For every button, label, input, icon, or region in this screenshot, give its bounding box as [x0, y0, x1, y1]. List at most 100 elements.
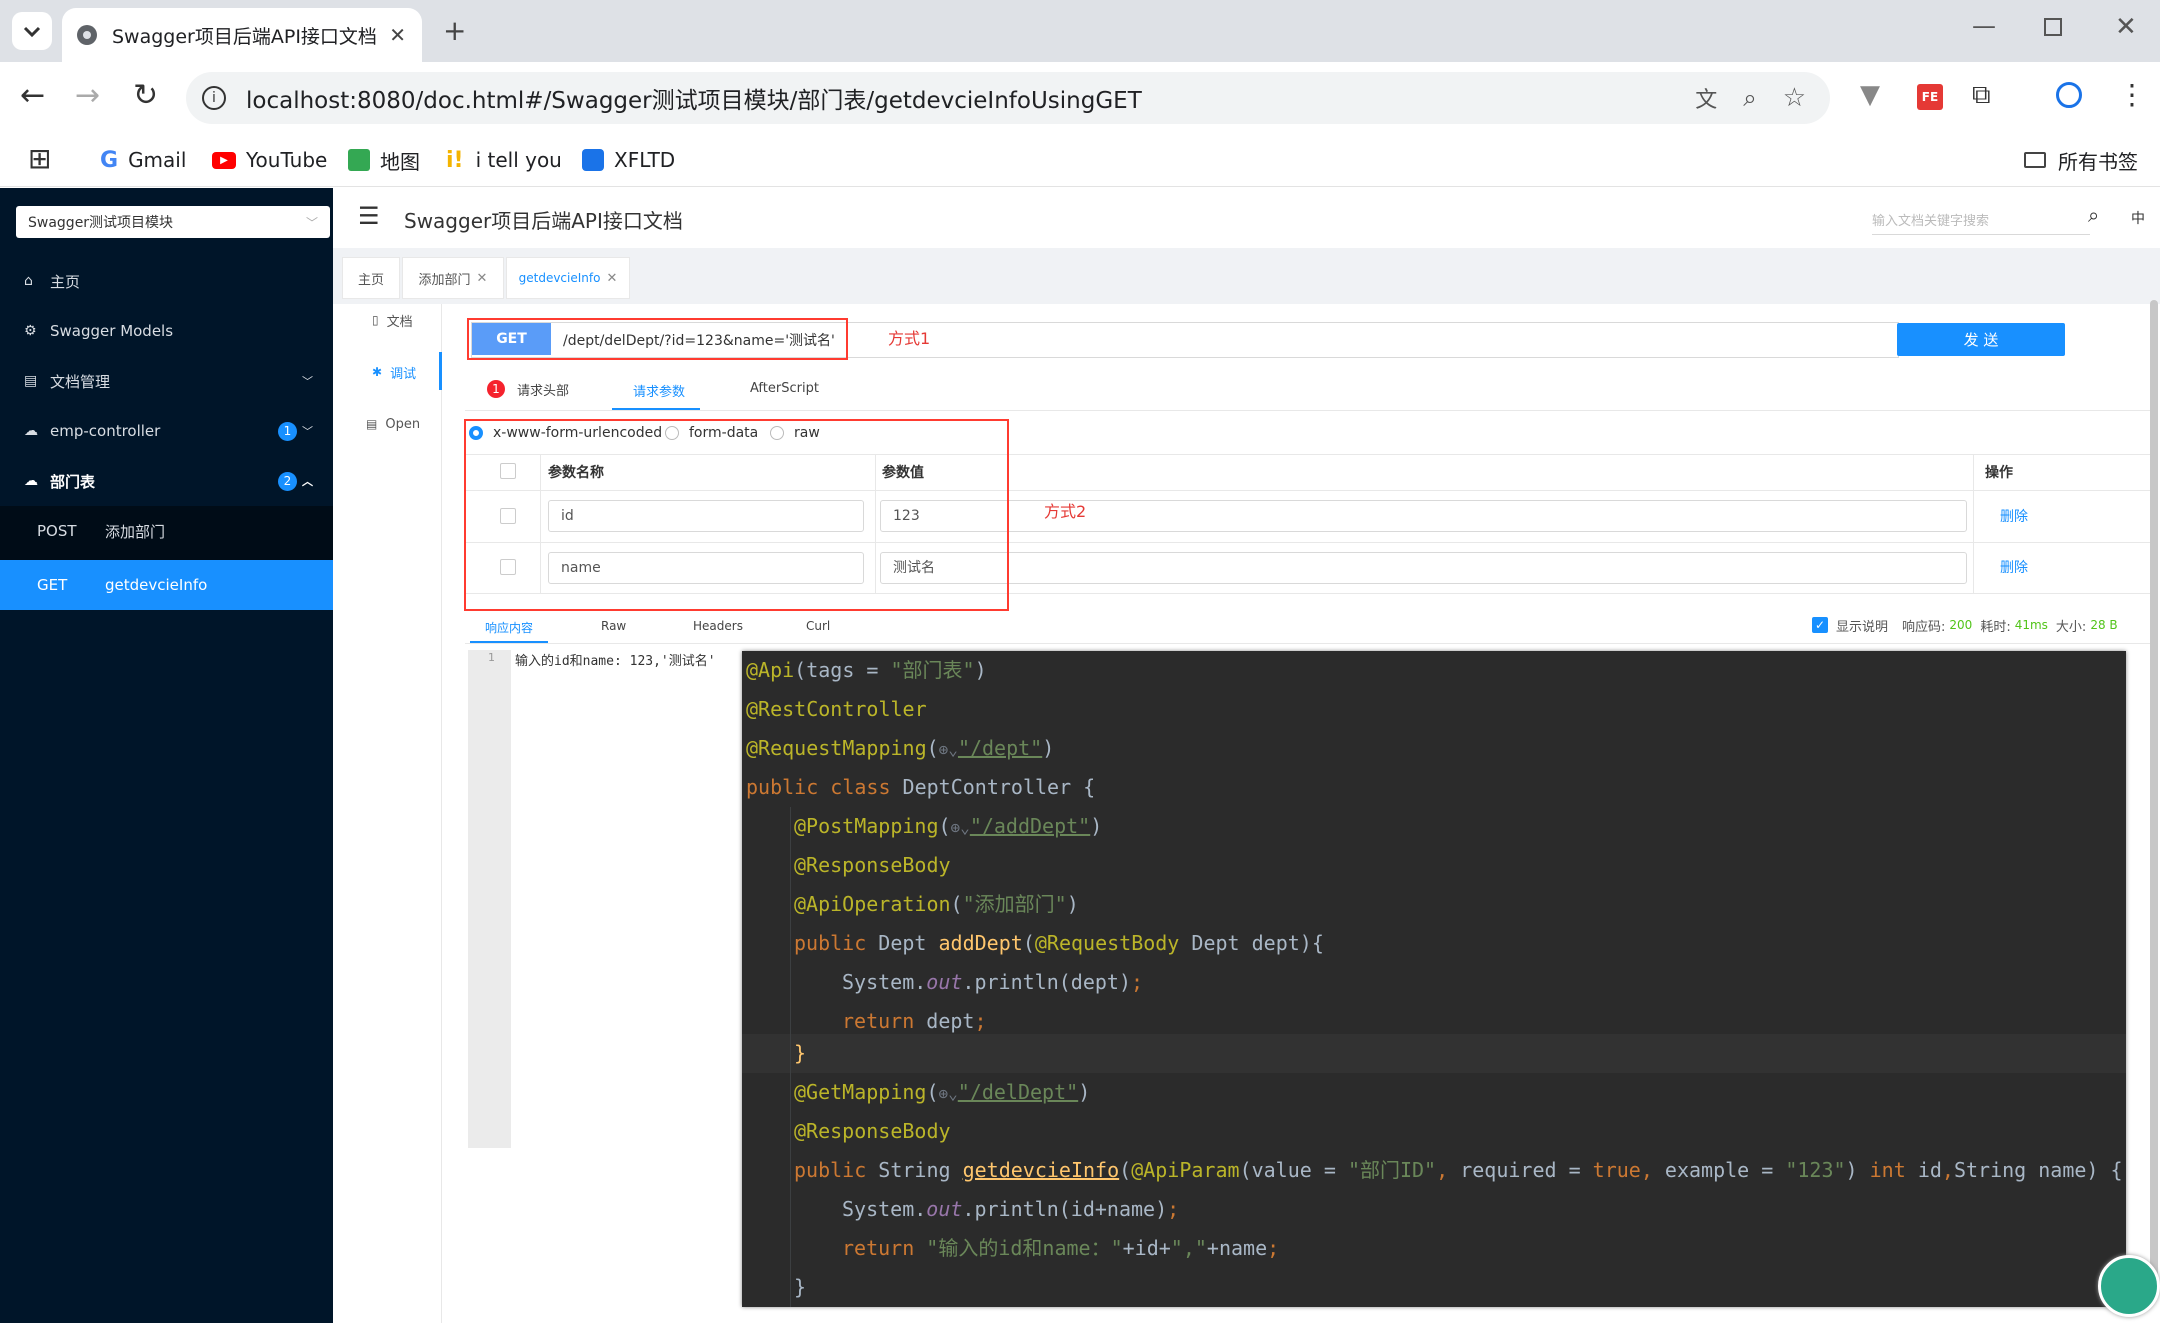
search-icon[interactable]: ⌕: [2088, 203, 2099, 227]
nav-debug[interactable]: ✱ 调试: [372, 362, 416, 382]
forward-icon[interactable]: →: [75, 78, 100, 113]
code-line: @ResponseBody: [794, 1119, 951, 1143]
close-icon[interactable]: ✕: [389, 23, 406, 47]
subtab-headers[interactable]: 1 请求头部: [487, 378, 569, 400]
tab-search-button[interactable]: [12, 12, 52, 50]
code-screenshot: @Api(tags = "部门表") @RestController @Requ…: [742, 651, 2126, 1307]
module-select[interactable]: Swagger测试项目模块 ﹀: [16, 206, 330, 238]
line-number: 1: [488, 651, 495, 664]
new-tab-icon[interactable]: +: [443, 14, 466, 47]
sidebar-item-home[interactable]: ⌂ 主页: [0, 256, 333, 306]
code-line: @RestController: [746, 697, 927, 721]
code-line: @ApiOperation("添加部门"): [794, 892, 1079, 916]
subtab-afterscript[interactable]: AfterScript: [750, 381, 819, 396]
response-gutter: [468, 650, 511, 1148]
bug-icon: ✱: [372, 365, 383, 379]
subtab-params[interactable]: 请求参数: [633, 381, 685, 400]
code-line: }: [794, 1275, 807, 1299]
page-scrollbar[interactable]: [2150, 300, 2158, 1300]
tab-getdevcieinfo[interactable]: getdevcieInfo ✕: [506, 257, 630, 299]
close-icon[interactable]: ✕: [606, 271, 617, 286]
restore-icon[interactable]: [2044, 18, 2062, 36]
doc-search-input[interactable]: 输入文档关键字搜索: [1872, 204, 2090, 235]
response-meta: ✓ 显示说明 响应码: 200 耗时: 41ms 大小: 28 B: [1812, 614, 2118, 636]
bookmark-itellyou[interactable]: i! i tell you: [446, 143, 562, 177]
extension-v-icon[interactable]: ▼: [1860, 80, 1880, 110]
close-icon[interactable]: ✕: [477, 271, 488, 286]
star-icon[interactable]: ☆: [1783, 83, 1806, 113]
menu-fold-icon[interactable]: ☰: [358, 202, 380, 230]
delete-link[interactable]: 删除: [2000, 506, 2028, 526]
chevron-down-icon: ﹀: [305, 215, 318, 230]
resp-tab-content[interactable]: 响应内容: [485, 619, 533, 636]
more-icon[interactable]: ⋮: [2118, 78, 2146, 111]
zoom-icon[interactable]: ⌕: [1743, 84, 1756, 112]
code-line: @GetMapping(⊕⌄"/delDept"): [794, 1080, 1091, 1104]
chevron-down-icon: [23, 26, 41, 38]
close-window-icon[interactable]: ✕: [2115, 12, 2137, 42]
resp-tab-raw[interactable]: Raw: [601, 619, 626, 633]
floating-assistant-icon[interactable]: [2098, 1255, 2160, 1317]
response-body[interactable]: 输入的id和name: 123,'测试名': [515, 650, 716, 669]
code-line: public String getdevcieInfo(@ApiParam(va…: [794, 1158, 2123, 1182]
cloud-icon: ☁: [24, 423, 38, 439]
code-line: @Api(tags = "部门表"): [746, 658, 987, 682]
show-desc-checkbox[interactable]: ✓: [1812, 617, 1828, 633]
back-icon[interactable]: ←: [20, 78, 45, 113]
bookmark-youtube[interactable]: ▶ YouTube: [212, 143, 327, 177]
minimize-icon[interactable]: —: [1972, 12, 1996, 40]
delete-link[interactable]: 删除: [2000, 557, 2028, 577]
youtube-icon: ▶: [212, 151, 236, 169]
chevron-down-icon: ﹀: [302, 375, 313, 388]
code-line: public Dept addDept(@RequestBody Dept de…: [794, 931, 1324, 955]
resp-tab-curl[interactable]: Curl: [806, 619, 830, 633]
nav-open[interactable]: ▤ Open: [366, 414, 420, 434]
bookmark-xfltd[interactable]: XFLTD: [582, 143, 675, 177]
bookmark-gmail[interactable]: G Gmail: [100, 143, 186, 177]
resp-tab-headers[interactable]: Headers: [693, 619, 743, 633]
maps-icon: [348, 149, 370, 171]
tab-add-dept[interactable]: 添加部门 ✕: [402, 257, 504, 299]
profile-icon[interactable]: [2056, 82, 2082, 108]
code-line: return dept;: [842, 1009, 987, 1033]
tab-home[interactable]: 主页: [342, 257, 400, 299]
param-value-input[interactable]: 测试名: [880, 552, 1967, 584]
send-button[interactable]: 发 送: [1897, 323, 2065, 356]
sidebar-item-dept[interactable]: ☁ 部门表 2 ︿: [0, 456, 333, 506]
sidebar-subitem-add-dept[interactable]: POST 添加部门: [0, 506, 333, 556]
fe-extension-icon[interactable]: FE: [1917, 84, 1943, 110]
sidebar-item-doc-manage[interactable]: ▤ 文档管理 ﹀: [0, 356, 333, 406]
sidebar-item-emp-controller[interactable]: ☁ emp-controller 1 ﹀: [0, 406, 333, 456]
itellyou-icon: i!: [446, 147, 464, 173]
annotation-label-1: 方式1: [888, 329, 931, 348]
translate-icon[interactable]: 文: [1695, 82, 1717, 114]
home-icon: ⌂: [24, 273, 33, 289]
nav-doc[interactable]: ▯ 文档: [372, 310, 413, 330]
nav-active-indicator: [439, 352, 442, 390]
url-text[interactable]: localhost:8080/doc.html#/Swagger测试项目模块/部…: [246, 81, 1142, 115]
apps-grid-icon[interactable]: ⊞: [28, 142, 51, 175]
site-info-icon[interactable]: i: [202, 86, 226, 110]
code-line: @PostMapping(⊕⌄"/addDept"): [794, 814, 1103, 838]
sidebar-subitem-getdevcieinfo[interactable]: GET getdevcieInfo: [0, 560, 333, 610]
sidebar-item-models[interactable]: ⚙ Swagger Models: [0, 306, 333, 356]
lang-switch[interactable]: 中: [2131, 208, 2145, 228]
code-line: }: [794, 1041, 807, 1065]
page-title: Swagger项目后端API接口文档: [404, 209, 683, 233]
bookmark-maps[interactable]: 地图: [348, 143, 420, 177]
code-line: public class DeptController {: [746, 775, 1096, 799]
browser-tab[interactable]: Swagger项目后端API接口文档 ✕: [62, 8, 422, 62]
code-line: return "输入的id和name："+id+","+name;: [842, 1236, 1280, 1260]
all-bookmarks[interactable]: 所有书签: [2024, 143, 2138, 177]
puzzle-icon[interactable]: ⧉: [1972, 80, 1991, 111]
chevron-down-icon: ﹀: [302, 425, 313, 438]
file-icon: ▤: [366, 417, 378, 431]
address-bar[interactable]: i localhost:8080/doc.html#/Swagger测试项目模块…: [186, 72, 1830, 124]
code-line: @ResponseBody: [794, 853, 951, 877]
subtab-divider: [465, 410, 2155, 411]
reload-icon[interactable]: ↻: [133, 78, 158, 113]
count-badge: 1: [278, 421, 297, 441]
headers-badge: 1: [487, 380, 505, 398]
cube-icon: ⚙: [24, 323, 37, 339]
file-icon: ▯: [372, 313, 379, 327]
